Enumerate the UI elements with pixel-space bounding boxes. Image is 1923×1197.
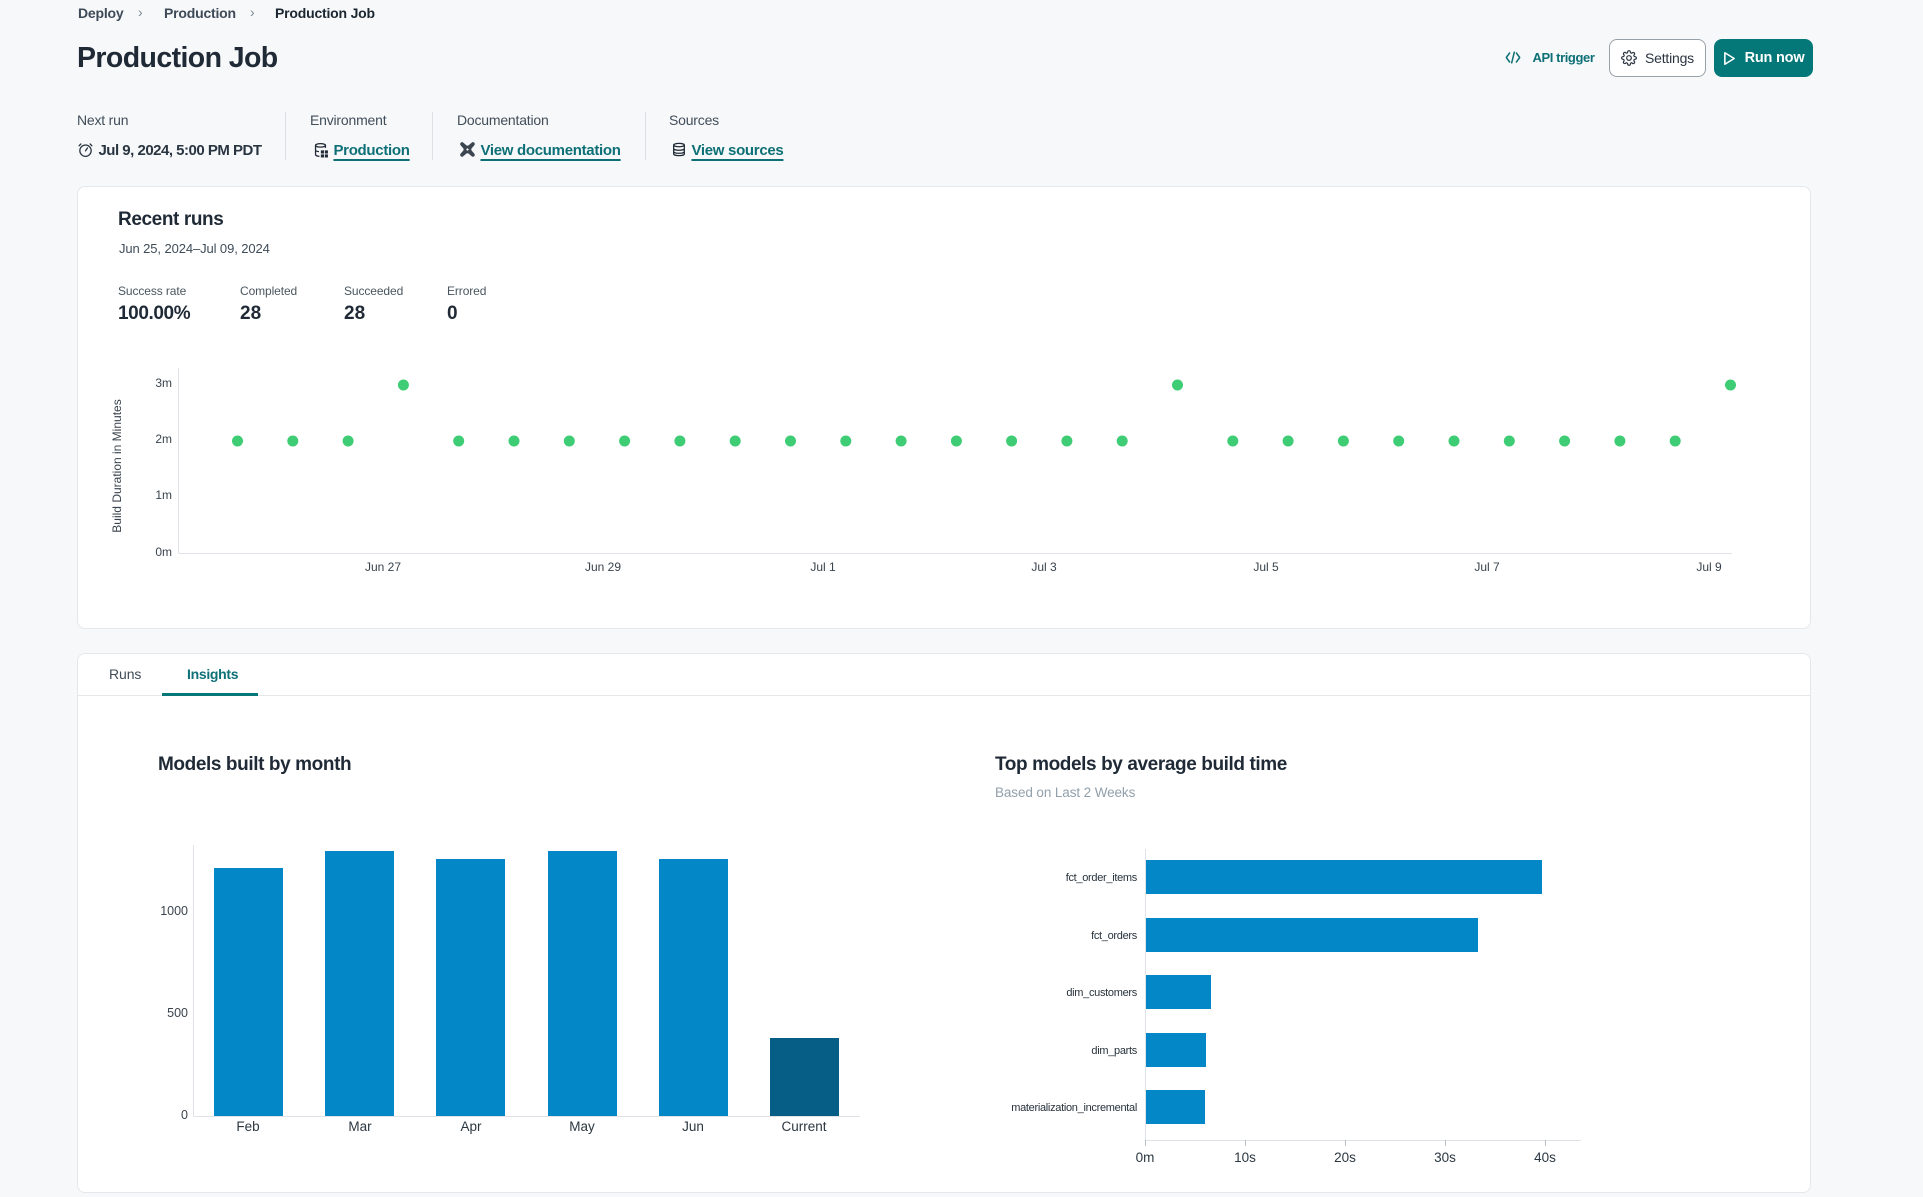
- svg-text:30s: 30s: [1434, 1150, 1456, 1165]
- svg-text:0m: 0m: [155, 545, 172, 559]
- svg-text:Jun 29: Jun 29: [585, 560, 621, 574]
- svg-text:Jul 1: Jul 1: [810, 560, 836, 574]
- svg-text:1m: 1m: [155, 488, 172, 502]
- svg-text:Jul 5: Jul 5: [1253, 560, 1279, 574]
- svg-text:Jul 3: Jul 3: [1031, 560, 1057, 574]
- svg-text:500: 500: [167, 1006, 188, 1020]
- svg-text:dim_parts: dim_parts: [1091, 1045, 1137, 1057]
- svg-text:Jul 7: Jul 7: [1474, 560, 1500, 574]
- svg-text:0: 0: [181, 1108, 188, 1122]
- svg-text:fct_order_items: fct_order_items: [1066, 872, 1138, 884]
- svg-text:0m: 0m: [1136, 1150, 1155, 1165]
- svg-text:Mar: Mar: [348, 1119, 372, 1134]
- svg-text:Current: Current: [781, 1119, 826, 1134]
- svg-text:2m: 2m: [155, 432, 172, 446]
- svg-text:Build Duration in Minutes: Build Duration in Minutes: [110, 399, 124, 532]
- svg-text:10s: 10s: [1234, 1150, 1256, 1165]
- svg-text:dim_customers: dim_customers: [1066, 987, 1137, 999]
- svg-text:Apr: Apr: [460, 1119, 482, 1134]
- svg-text:Jun: Jun: [682, 1119, 704, 1134]
- svg-text:3m: 3m: [155, 376, 172, 390]
- svg-text:Jun 27: Jun 27: [365, 560, 401, 574]
- svg-text:Feb: Feb: [236, 1119, 259, 1134]
- svg-text:fct_orders: fct_orders: [1091, 930, 1138, 942]
- svg-text:40s: 40s: [1534, 1150, 1556, 1165]
- svg-text:Jul 9: Jul 9: [1696, 560, 1722, 574]
- svg-text:1000: 1000: [160, 904, 188, 918]
- svg-text:20s: 20s: [1334, 1150, 1356, 1165]
- svg-text:May: May: [569, 1119, 595, 1134]
- svg-text:materialization_incremental: materialization_incremental: [1011, 1102, 1137, 1114]
